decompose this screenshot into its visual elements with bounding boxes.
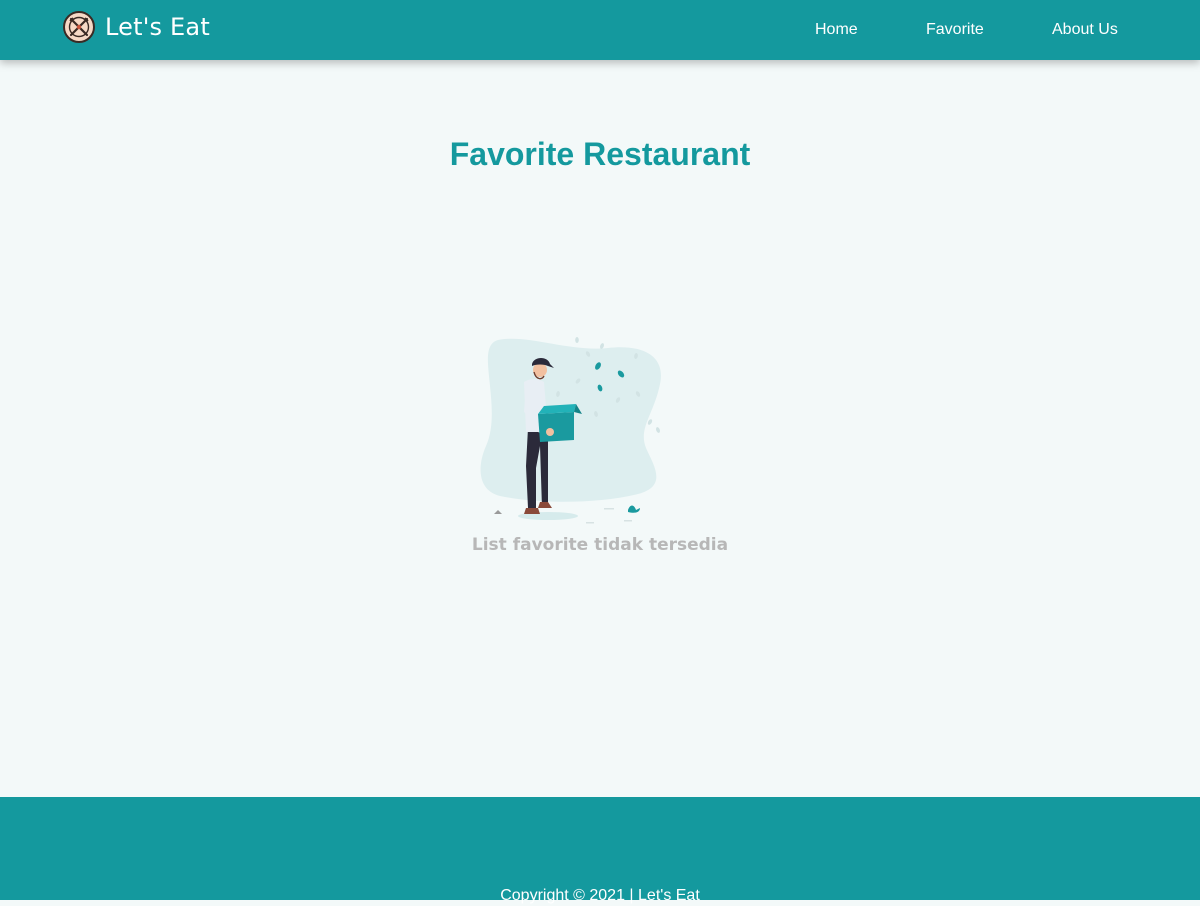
fork-knife-plate-icon (63, 11, 95, 43)
nav-about-link[interactable]: About Us (1052, 20, 1118, 40)
nav-home-link[interactable]: Home (815, 20, 858, 40)
page-title: Favorite Restaurant (449, 136, 751, 172)
main-content: Favorite Restaurant List favorite tidak … (0, 60, 1200, 797)
copyright-text: Copyright © 2021 | Let's Eat (500, 887, 700, 904)
brand-link[interactable]: Let's Eat (63, 11, 210, 43)
app-header: Let's Eat Home Favorite About Us (0, 0, 1200, 60)
app-footer: Copyright © 2021 | Let's Eat (0, 797, 1200, 904)
empty-box-person-illustration (480, 337, 661, 524)
empty-state-message: List favorite tidak tersedia (471, 535, 729, 555)
brand-name: Let's Eat (105, 13, 210, 41)
nav-favorite-link[interactable]: Favorite (926, 20, 984, 40)
